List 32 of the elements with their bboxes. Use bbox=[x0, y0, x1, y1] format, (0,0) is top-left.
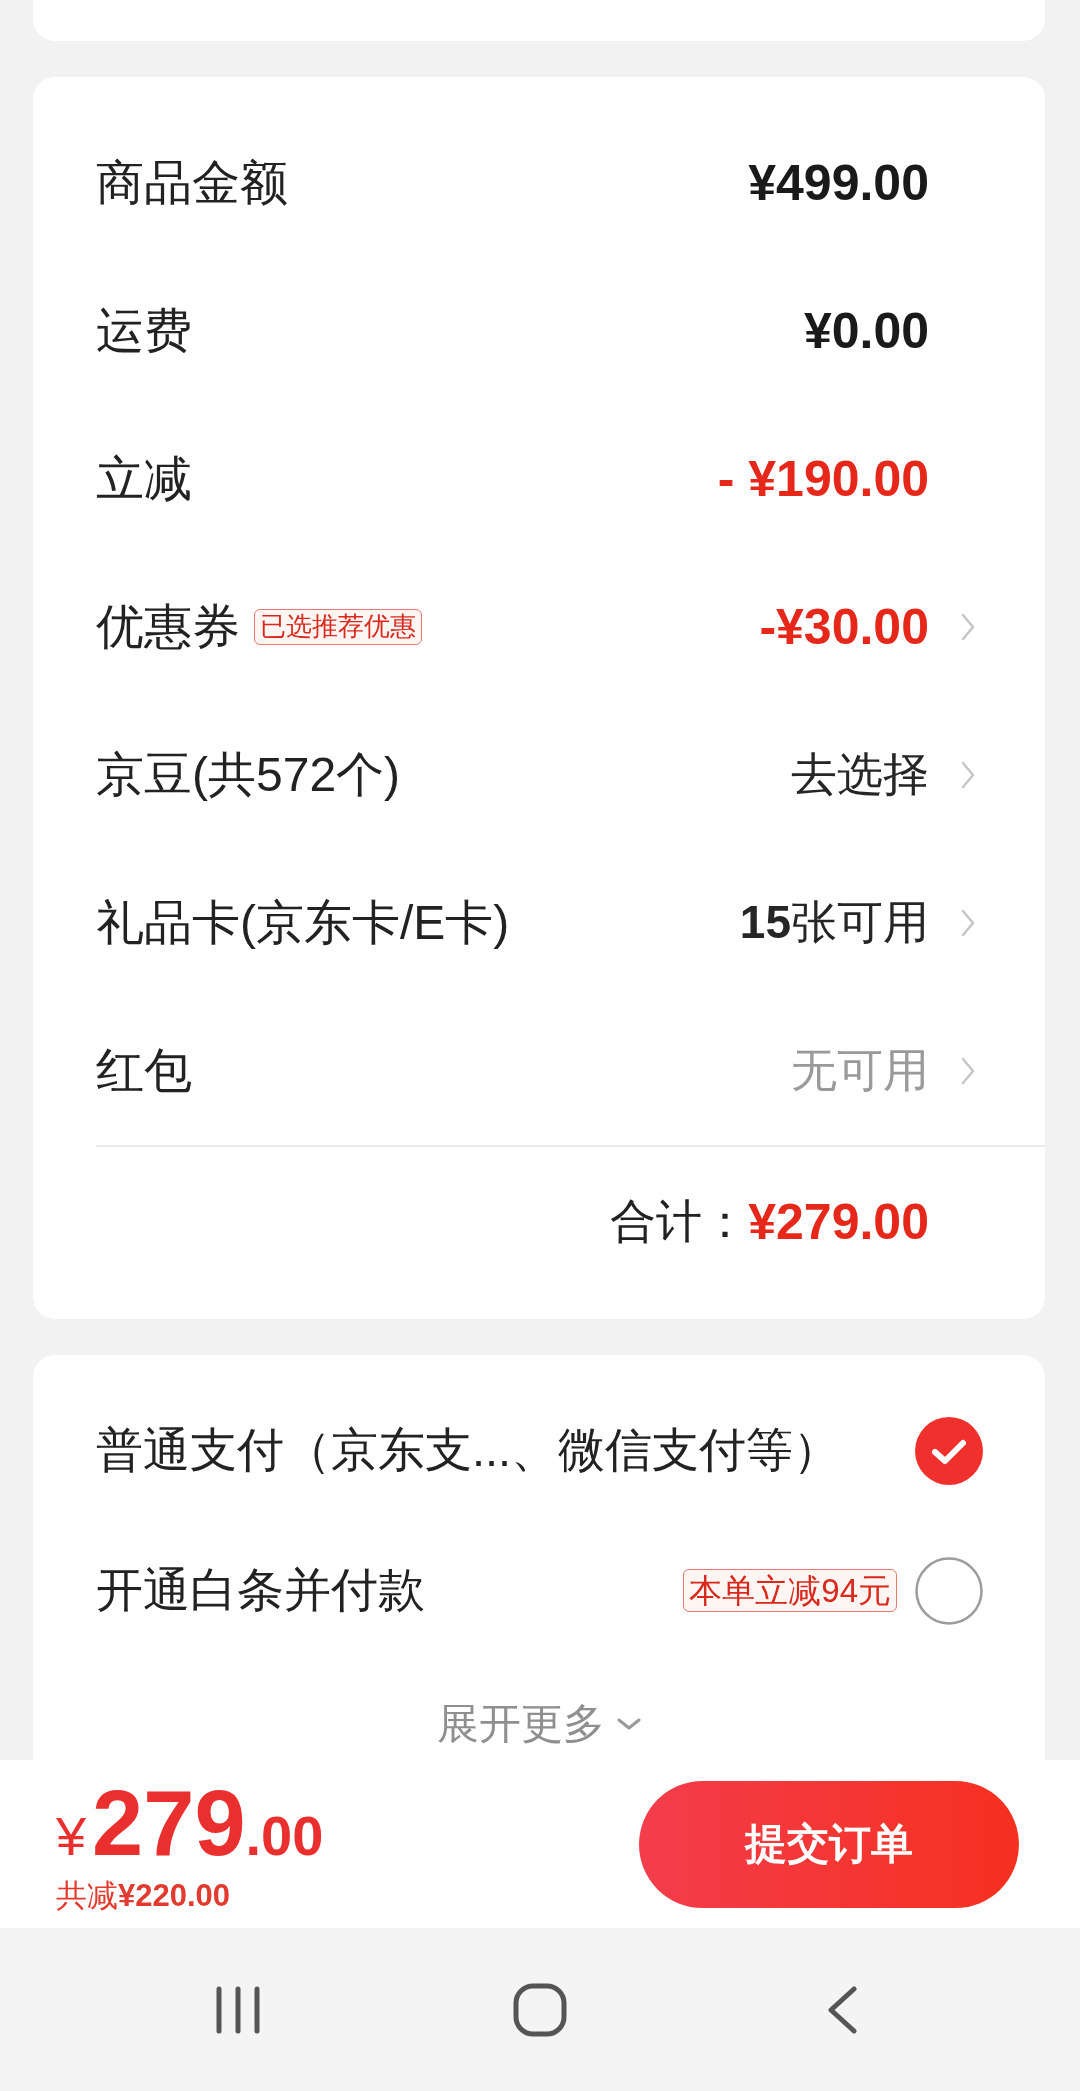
row-label: 红包 bbox=[96, 1043, 192, 1099]
submit-order-button[interactable]: 提交订单 bbox=[639, 1780, 1019, 1908]
promo-tag: 本单立减94元 bbox=[683, 1568, 897, 1613]
total-price: ¥279.00 bbox=[56, 1777, 324, 1869]
home-icon[interactable] bbox=[513, 1982, 567, 2037]
chevron-right-icon[interactable] bbox=[961, 761, 975, 789]
chevron-right-icon[interactable] bbox=[961, 613, 975, 641]
payment-option-label[interactable]: 开通白条并付款 bbox=[96, 1559, 425, 1622]
row-label: 礼品卡(京东卡/E卡) bbox=[96, 895, 510, 951]
row-value: ¥0.00 bbox=[803, 302, 929, 360]
recent-apps-icon[interactable] bbox=[215, 1985, 261, 2034]
row-label: 立减 bbox=[96, 451, 192, 507]
total-amount: ¥279.00 bbox=[748, 1192, 929, 1251]
row-label: 运费 bbox=[96, 303, 192, 359]
chevron-right-icon[interactable] bbox=[961, 1057, 975, 1085]
row-label: 商品金额 bbox=[96, 155, 288, 211]
row-label: 京豆(共572个) bbox=[96, 747, 401, 803]
row-value[interactable]: -¥30.00 bbox=[759, 598, 929, 656]
row-value[interactable]: 15张可用 bbox=[739, 892, 929, 954]
row-value[interactable]: 去选择 bbox=[791, 744, 929, 806]
empty-circle-icon[interactable] bbox=[915, 1556, 983, 1625]
payment-option-label[interactable]: 普通支付（京东支...、微信支付等） bbox=[96, 1419, 841, 1482]
caret-down-icon bbox=[617, 1717, 641, 1730]
chevron-right-icon[interactable] bbox=[961, 909, 975, 937]
row-value: ¥499.00 bbox=[748, 154, 929, 212]
total-label: 合计： bbox=[610, 1193, 749, 1249]
row-label: 优惠券 bbox=[96, 599, 240, 655]
saving-text: 共减¥220.00 bbox=[56, 1877, 232, 1915]
coupon-tag: 已选推荐优惠 bbox=[254, 609, 422, 645]
check-circle-icon[interactable] bbox=[915, 1416, 983, 1485]
back-icon[interactable] bbox=[826, 1985, 858, 2034]
row-value: - ¥190.00 bbox=[717, 450, 929, 508]
